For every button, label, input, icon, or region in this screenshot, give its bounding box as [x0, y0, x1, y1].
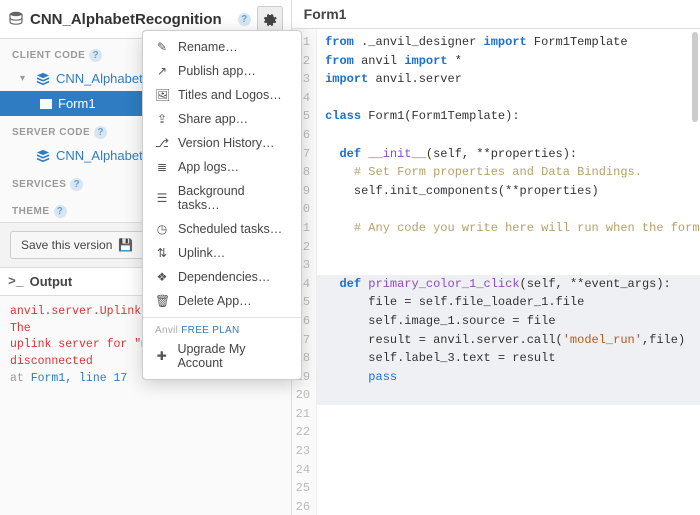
menu-uplink[interactable]: ⇅Uplink… [143, 241, 301, 265]
share-icon: ⇪ [155, 112, 169, 126]
form-label: Form1 [58, 96, 96, 111]
chevron-down-icon: ▾ [20, 73, 30, 84]
pencil-icon: ✎ [155, 40, 169, 54]
menu-share-app[interactable]: ⇪Share app… [143, 107, 301, 131]
menu-background-tasks[interactable]: ☰Background tasks… [143, 179, 301, 217]
share-arrow-icon: ↗ [155, 64, 169, 78]
image-icon: 🖼 [155, 88, 169, 102]
help-icon[interactable]: ? [238, 13, 251, 26]
editor-panel: Form1 1 2 3 4 5 6 7 8 9 10 11 12 13 14 1… [292, 0, 700, 515]
editor-scrollbar[interactable] [690, 30, 700, 515]
code-content[interactable]: from ._anvil_designer import Form1Templa… [317, 29, 700, 515]
uplink-icon: ⇅ [155, 246, 169, 260]
menu-upgrade-account[interactable]: ✚Upgrade My Account [143, 337, 301, 375]
save-version-button[interactable]: Save this version 💾 [10, 231, 144, 259]
module-icon [36, 149, 50, 163]
editor-tab-label: Form1 [292, 0, 700, 29]
menu-rename[interactable]: ✎Rename… [143, 35, 301, 59]
trash-icon: 🗑 [155, 294, 169, 308]
branch-icon: ⎇ [155, 136, 169, 150]
module-icon [36, 72, 50, 86]
menu-version-history[interactable]: ⎇Version History… [143, 131, 301, 155]
save-button-label: Save this version [21, 238, 112, 252]
form-icon [40, 99, 52, 109]
menu-delete-app[interactable]: 🗑Delete App… [143, 289, 301, 313]
menu-app-logs[interactable]: ≣App logs… [143, 155, 301, 179]
menu-dependencies[interactable]: ❖Dependencies… [143, 265, 301, 289]
help-icon[interactable]: ? [70, 178, 83, 191]
help-icon[interactable]: ? [54, 205, 67, 218]
plus-square-icon: ✚ [155, 349, 168, 363]
puzzle-icon: ❖ [155, 270, 169, 284]
menu-scheduled-tasks[interactable]: ◷Scheduled tasks… [143, 217, 301, 241]
plan-heading: Anvil Anvil FREE PLANFREE PLAN [143, 322, 301, 337]
gear-icon [262, 12, 277, 27]
scrollbar-thumb[interactable] [692, 32, 698, 122]
project-icon [8, 11, 24, 27]
settings-gear-button[interactable] [257, 6, 283, 32]
menu-titles-logos[interactable]: 🖼Titles and Logos… [143, 83, 301, 107]
tasks-icon: ☰ [155, 191, 169, 205]
terminal-icon: >_ [8, 274, 24, 289]
list-icon: ≣ [155, 160, 169, 174]
save-icon: 💾 [118, 238, 133, 252]
error-location-link[interactable]: Form1, line 17 [31, 372, 128, 385]
help-icon[interactable]: ? [89, 49, 102, 62]
error-text: disconnected [10, 355, 93, 368]
settings-dropdown-menu: ✎Rename… ↗Publish app… 🖼Titles and Logos… [142, 30, 302, 380]
code-editor[interactable]: 1 2 3 4 5 6 7 8 9 10 11 12 13 14 15 16 1… [292, 29, 700, 515]
help-icon[interactable]: ? [94, 126, 107, 139]
menu-publish[interactable]: ↗Publish app… [143, 59, 301, 83]
clock-icon: ◷ [155, 222, 169, 236]
output-title: Output [30, 274, 73, 289]
menu-divider [143, 317, 301, 318]
error-at-prefix: at [10, 372, 31, 385]
project-name: CNN_AlphabetRecognition [30, 11, 222, 28]
